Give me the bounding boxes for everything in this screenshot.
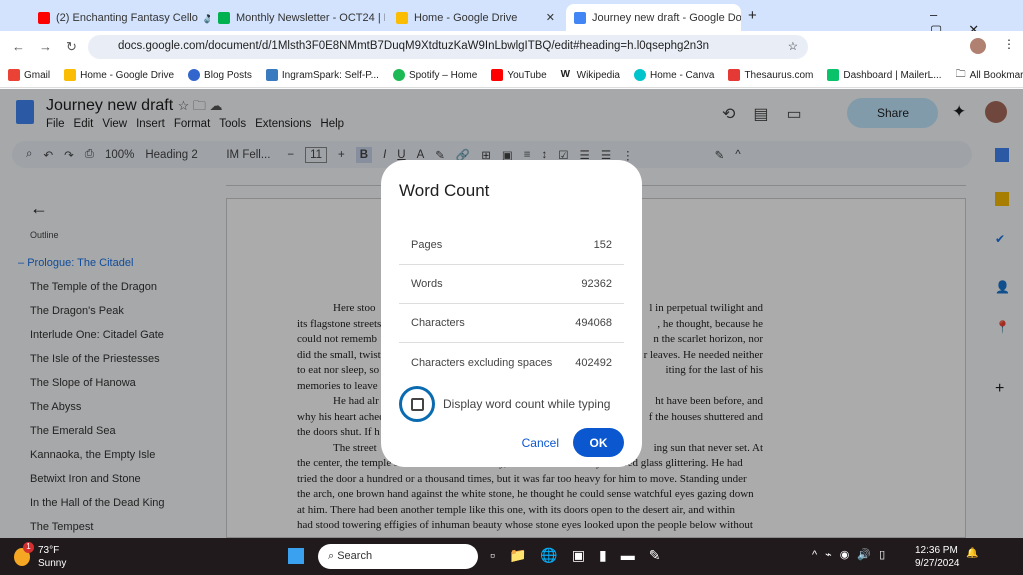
stat-row-characters-no-spaces: Characters excluding spaces 402492 xyxy=(411,356,612,369)
stat-row-pages: Pages 152 xyxy=(399,226,624,265)
clock-date[interactable]: 9/27/2024 xyxy=(915,558,960,569)
stat-row-words: Words 92362 xyxy=(399,265,624,304)
bookmarks-bar: Gmail Home - Google Drive Blog Posts Ing… xyxy=(0,63,1023,88)
clock-time[interactable]: 12:36 PM xyxy=(915,545,958,556)
display-word-count-checkbox[interactable]: Display word count while typing xyxy=(399,386,624,422)
notification-icon[interactable]: 🔔 xyxy=(966,548,978,559)
bookmark[interactable]: Spotify – Home xyxy=(392,69,477,81)
taskbar-apps[interactable]: ▫📁🌐▣▮▬✎ xyxy=(490,547,675,564)
tab-newsletter[interactable]: Monthly Newsletter - OCT24 | D✕ xyxy=(210,4,385,31)
star-icon[interactable]: ☆ xyxy=(788,39,798,53)
system-tray[interactable]: ^⌁◉🔊▯ xyxy=(812,548,893,561)
cancel-button[interactable]: Cancel xyxy=(522,436,559,450)
weather-badge: 1 xyxy=(23,542,34,553)
drive-icon xyxy=(396,11,408,24)
dialog-title: Word Count xyxy=(399,181,490,200)
bookmark[interactable]: Blog Posts xyxy=(188,69,252,81)
profile-avatar[interactable] xyxy=(970,38,986,54)
bookmark[interactable]: Thesaurus.com xyxy=(728,69,813,81)
bookmark[interactable]: Dashboard | MailerL... xyxy=(827,69,942,81)
docs-icon xyxy=(574,11,586,24)
bookmark[interactable]: W Wikipedia xyxy=(560,69,620,81)
word-count-dialog: Word Count Pages 152 Words 92362 Character… xyxy=(381,160,642,467)
mailerlite-icon xyxy=(218,11,230,24)
tab-bar: (2) Enchanting Fantasy Cello🔊 ✕ Monthly … xyxy=(0,0,1023,37)
tab-docs[interactable]: Journey new draft - Google Doc✕ xyxy=(566,4,741,31)
nav-buttons[interactable]: ←→↻ xyxy=(12,39,91,55)
start-icon[interactable] xyxy=(288,548,304,564)
all-bookmarks[interactable]: 🗀 All Bookmarks xyxy=(956,67,1023,84)
bookmark[interactable]: Home - Canva xyxy=(633,69,714,81)
bookmark[interactable]: IngramSpark: Self-P... xyxy=(265,69,379,81)
temperature: 73°F xyxy=(38,545,60,556)
tab-youtube[interactable]: (2) Enchanting Fantasy Cello🔊 ✕ xyxy=(30,4,210,31)
taskbar-search[interactable]: ⌕ Search xyxy=(318,544,478,569)
new-tab-button[interactable]: + xyxy=(748,7,757,24)
ok-button[interactable]: OK xyxy=(573,428,624,457)
address-bar-row: ←→↻ docs.google.com/document/d/1Mlsth3F0… xyxy=(0,31,1023,63)
url-input[interactable]: docs.google.com/document/d/1Mlsth3F0E8NM… xyxy=(88,35,808,59)
tab-drive[interactable]: Home - Google Drive ✕ xyxy=(388,4,563,31)
stat-row-characters: Characters 494068 xyxy=(399,304,624,343)
bookmark[interactable]: Gmail xyxy=(8,69,50,81)
bookmark[interactable]: Home - Google Drive xyxy=(64,69,174,81)
menu-icon[interactable]: ⋮ xyxy=(1003,37,1015,51)
youtube-icon xyxy=(38,11,50,24)
checkbox-icon[interactable] xyxy=(410,397,424,411)
bookmark[interactable]: YouTube xyxy=(491,69,547,81)
weather-condition: Sunny xyxy=(38,558,67,569)
close-icon[interactable]: ✕ xyxy=(546,11,555,24)
taskbar: 1 73°F Sunny ⌕ Search ▫📁🌐▣▮▬✎ ^⌁◉🔊▯ 12:3… xyxy=(0,538,1023,575)
